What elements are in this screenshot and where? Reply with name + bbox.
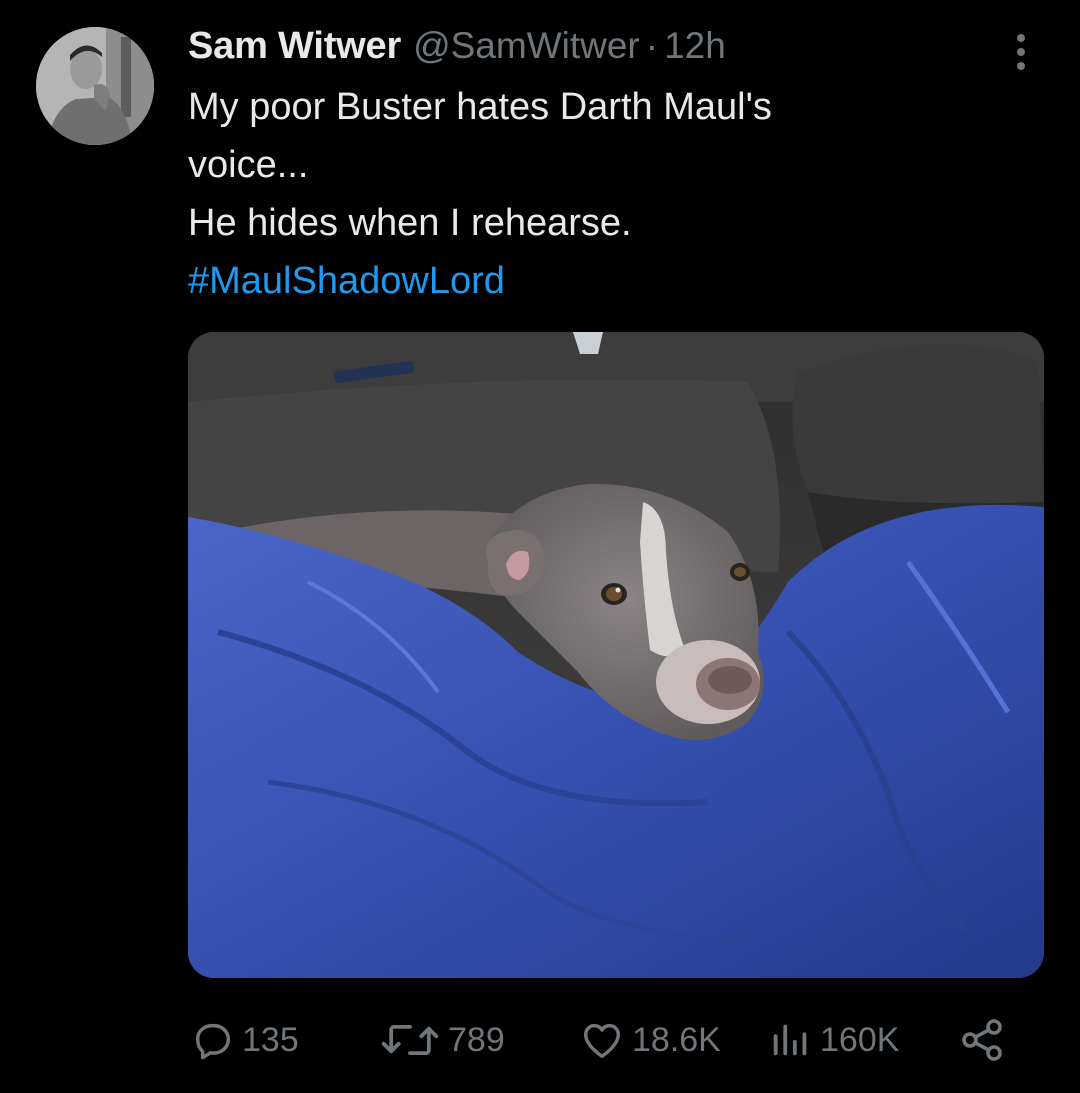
reply-icon xyxy=(195,1023,231,1060)
retweet-button[interactable]: 789 xyxy=(378,1010,505,1070)
share-button[interactable] xyxy=(958,1010,1006,1070)
tweet-line: My poor Buster hates Darth Maul's xyxy=(188,86,772,128)
views-button[interactable]: 160K xyxy=(768,1010,899,1070)
retweet-icon xyxy=(381,1024,439,1056)
tweet-header: Sam Witwer @SamWitwer · 12h xyxy=(188,22,726,70)
display-name[interactable]: Sam Witwer xyxy=(188,25,401,68)
more-options-button[interactable] xyxy=(1004,30,1038,74)
avatar[interactable] xyxy=(36,27,154,145)
like-button[interactable]: 18.6K xyxy=(578,1010,721,1070)
reply-button[interactable]: 135 xyxy=(190,1010,299,1070)
tweet-actions: 135 789 18.6K 160K xyxy=(0,1010,1080,1070)
user-handle[interactable]: @SamWitwer xyxy=(413,25,640,67)
dog-photo xyxy=(188,332,1044,978)
retweet-count: 789 xyxy=(448,1020,505,1059)
views-count: 160K xyxy=(820,1020,900,1059)
heart-icon xyxy=(583,1023,621,1059)
bar-chart-icon xyxy=(773,1024,807,1056)
like-count: 18.6K xyxy=(632,1020,721,1059)
hashtag-link[interactable]: #MaulShadowLord xyxy=(188,260,505,302)
avatar-photo xyxy=(36,27,154,145)
more-vertical-icon xyxy=(1017,34,1025,70)
tweet-media[interactable] xyxy=(188,332,1044,978)
separator-dot: · xyxy=(645,25,659,66)
tweet-text: My poor Buster hates Darth Maul's voice.… xyxy=(188,78,1008,310)
reply-count: 135 xyxy=(242,1020,299,1059)
tweet-line: voice... xyxy=(188,144,309,186)
timestamp[interactable]: 12h xyxy=(664,25,726,67)
share-icon xyxy=(962,1019,1002,1061)
tweet-line: He hides when I rehearse. xyxy=(188,202,632,244)
